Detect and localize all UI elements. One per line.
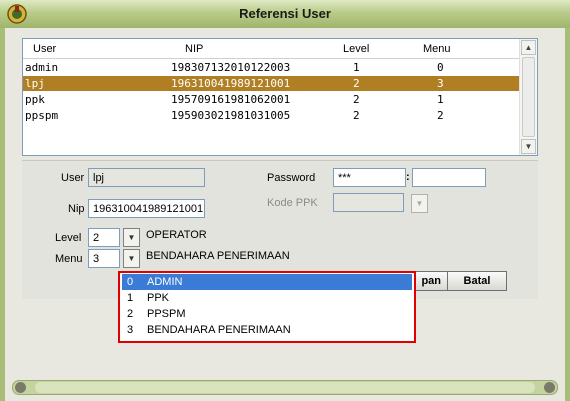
scroll-up-icon[interactable]: ▲: [521, 40, 536, 55]
column-header-user[interactable]: User: [33, 43, 56, 55]
nip-field[interactable]: 196310041989121001: [88, 199, 205, 218]
column-header-nip[interactable]: NIP: [185, 43, 203, 55]
column-header-level[interactable]: Level: [343, 43, 369, 55]
cell-user: lpj: [25, 77, 45, 90]
menu-description: BENDAHARA PENERIMAAN: [146, 250, 290, 262]
nip-label: Nip: [68, 203, 85, 215]
option-code: 1: [127, 292, 134, 304]
option-code: 2: [127, 308, 134, 320]
dropdown-option[interactable]: 1 PPK: [122, 290, 412, 306]
user-label: User: [61, 172, 85, 184]
option-label: PPSPM: [147, 308, 186, 320]
dropdown-option[interactable]: 2 PPSPM: [122, 306, 412, 322]
dropdown-option[interactable]: 0 ADMIN: [122, 274, 412, 290]
chevron-down-icon: ▼: [411, 194, 428, 213]
kode-ppk-label: Kode PPK: [267, 197, 318, 209]
cell-level: 2: [353, 93, 360, 106]
table-row-selected[interactable]: lpj 196310041989121001 2 3: [23, 76, 520, 91]
vertical-scrollbar[interactable]: ▲ ▼: [519, 39, 537, 155]
cell-level: 2: [353, 77, 360, 90]
cell-user: ppk: [25, 93, 45, 106]
level-select[interactable]: 2: [88, 228, 120, 247]
cell-menu: 1: [437, 93, 444, 106]
chevron-down-icon[interactable]: ▼: [123, 249, 140, 268]
cell-level: 2: [353, 109, 360, 122]
kode-ppk-select: [333, 193, 404, 212]
cell-nip: 195903021981031005: [171, 109, 291, 122]
cell-menu: 2: [437, 109, 444, 122]
user-grid[interactable]: User NIP Level Menu admin 19830713201012…: [22, 38, 538, 156]
cell-nip: 198307132010122003: [171, 61, 291, 74]
scroll-thumb[interactable]: [522, 57, 535, 137]
cell-level: 1: [353, 61, 360, 74]
user-field[interactable]: lpj: [88, 168, 205, 187]
table-row[interactable]: admin 198307132010122003 1 0: [23, 60, 520, 75]
option-label: BENDAHARA PENERIMAAN: [147, 324, 291, 336]
menu-dropdown-list[interactable]: 0 ADMIN 1 PPK 2 PPSPM 3 BENDAHARA PENERI…: [118, 271, 416, 343]
table-row[interactable]: ppk 195709161981062001 2 1: [23, 92, 520, 107]
password-confirm-field[interactable]: [412, 168, 486, 187]
password-field[interactable]: ***: [333, 168, 406, 187]
cell-menu: 0: [437, 61, 444, 74]
option-label: ADMIN: [147, 276, 183, 288]
cell-nip: 195709161981062001: [171, 93, 291, 106]
password-label: Password: [267, 172, 316, 184]
cell-user: ppspm: [25, 109, 59, 122]
menu-label: Menu: [55, 253, 83, 265]
column-header-menu[interactable]: Menu: [423, 43, 451, 55]
window-title: Referensi User: [239, 6, 331, 21]
scroll-down-icon[interactable]: ▼: [521, 139, 536, 154]
horizontal-scrollbar[interactable]: [12, 380, 558, 395]
option-label: PPK: [147, 292, 170, 304]
cell-user: admin: [25, 61, 59, 74]
table-row[interactable]: ppspm 195903021981031005 2 2: [23, 108, 520, 123]
password-separator: :: [406, 171, 410, 183]
grid-header: User NIP Level Menu: [23, 39, 520, 59]
level-label: Level: [55, 232, 82, 244]
level-description: OPERATOR: [146, 229, 207, 241]
option-code: 3: [127, 324, 134, 336]
scroll-left-icon[interactable]: [15, 382, 26, 393]
chevron-down-icon[interactable]: ▼: [123, 228, 140, 247]
option-code: 0: [127, 276, 134, 288]
title-bar: Referensi User: [0, 0, 570, 29]
cell-nip: 196310041989121001: [171, 77, 291, 90]
menu-select[interactable]: 3: [88, 249, 120, 268]
scroll-thumb[interactable]: [35, 382, 535, 393]
cancel-button[interactable]: Batal: [447, 271, 507, 291]
cell-menu: 3: [437, 77, 444, 90]
dropdown-option[interactable]: 3 BENDAHARA PENERIMAAN: [122, 322, 412, 338]
scroll-right-icon[interactable]: [544, 382, 555, 393]
